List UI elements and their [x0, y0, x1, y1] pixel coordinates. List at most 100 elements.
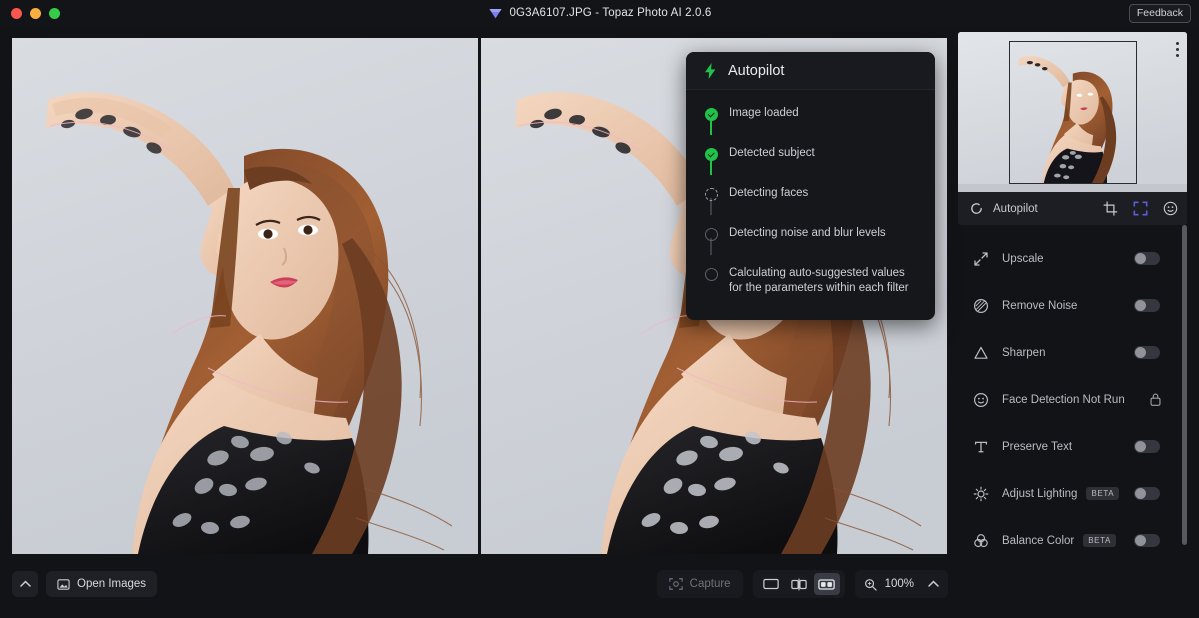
capture-icon [668, 578, 683, 590]
step-marker [704, 224, 718, 255]
step-marker [704, 184, 718, 215]
step-label: Detecting noise and blur levels [729, 227, 886, 239]
step-marker [704, 104, 718, 135]
step-label: Detecting faces [729, 187, 809, 199]
right-sidebar: Autopilot Upscale Remove Noise Sharpen F… [958, 32, 1187, 610]
topaz-photo-ai-window: 0G3A6107.JPG - Topaz Photo AI 2.0.6 Feed… [0, 0, 1199, 618]
filter-row-sharpen[interactable]: Sharpen [958, 329, 1187, 376]
color-balance-icon [971, 533, 991, 549]
filter-label: Sharpen [1002, 346, 1046, 359]
autopilot-step: Detected subject [686, 144, 935, 184]
filter-list-scrollbar[interactable] [1182, 225, 1187, 557]
zoom-level-label[interactable]: 100% [885, 578, 914, 590]
filter-label: Balance Color [1002, 534, 1075, 547]
upscale-arrows-icon [971, 251, 991, 267]
capture-button[interactable]: Capture [656, 570, 743, 598]
filter-row-remove-noise[interactable]: Remove Noise [958, 282, 1187, 329]
lock-icon [1149, 392, 1162, 407]
face-smiley-icon[interactable] [1163, 201, 1178, 216]
step-label: Image loaded [729, 107, 799, 119]
filter-toggle-remove-noise[interactable] [1134, 299, 1160, 312]
step-status-pending-icon [704, 228, 718, 241]
window-title: 0G3A6107.JPG - Topaz Photo AI 2.0.6 [509, 7, 712, 19]
autopilot-toolbar-label: Autopilot [993, 202, 1038, 215]
image-navigator[interactable] [958, 32, 1187, 192]
step-label: Calculating auto-suggested values for th… [729, 267, 909, 294]
close-button[interactable] [11, 7, 22, 19]
filter-label: Adjust Lighting [1002, 487, 1078, 500]
step-marker [704, 264, 718, 281]
autopilot-panel-header: Autopilot [686, 52, 935, 90]
topaz-gem-icon [488, 8, 502, 18]
autopilot-step: Calculating auto-suggested values for th… [686, 264, 935, 304]
single-view-button[interactable] [758, 573, 784, 595]
filter-row-balance-color[interactable]: Balance Color BETA [958, 517, 1187, 564]
filter-toggle-sharpen[interactable] [1134, 346, 1160, 359]
filter-label: Face Detection Not Run [1002, 393, 1125, 406]
beta-badge: BETA [1086, 487, 1120, 500]
minimize-button[interactable] [30, 7, 41, 19]
filter-toggle-upscale[interactable] [1134, 252, 1160, 265]
autopilot-step: Detecting faces [686, 184, 935, 224]
filter-label: Upscale [1002, 252, 1044, 265]
filter-toggle-adjust-lighting[interactable] [1134, 487, 1160, 500]
title-bar: 0G3A6107.JPG - Topaz Photo AI 2.0.6 Feed… [0, 0, 1199, 26]
crop-icon[interactable] [1103, 201, 1118, 216]
face-smiley-icon [971, 392, 991, 408]
text-t-icon [971, 439, 991, 455]
window-traffic-lights [0, 7, 60, 19]
navigator-viewport-rect[interactable] [1009, 41, 1137, 184]
step-marker [704, 144, 718, 175]
autopilot-progress-panel: Autopilot Image loaded Detected subject [686, 52, 935, 320]
filmstrip-collapse-button[interactable] [12, 571, 38, 597]
single-pane-icon [762, 578, 779, 590]
step-label: Detected subject [729, 147, 815, 159]
chevron-up-icon [19, 580, 31, 587]
step-status-active-icon [704, 188, 718, 201]
zoom-control-group: 100% [854, 570, 948, 598]
lightning-bolt-icon [705, 62, 716, 79]
feedback-button[interactable]: Feedback [1128, 4, 1191, 23]
split-pane-icon [790, 578, 807, 590]
side-by-side-view-button[interactable] [813, 573, 840, 595]
autopilot-toolbar: Autopilot [958, 192, 1187, 225]
scrollbar-thumb[interactable] [1182, 225, 1187, 545]
bottom-left-controls: Open Images [12, 571, 158, 597]
split-view-button[interactable] [786, 573, 812, 595]
filter-row-adjust-lighting[interactable]: Adjust Lighting BETA [958, 470, 1187, 517]
view-mode-group [752, 570, 845, 598]
filter-list: Upscale Remove Noise Sharpen Face Detect… [958, 225, 1187, 573]
image-icon [57, 578, 70, 590]
autopilot-step-list: Image loaded Detected subject Detecting … [686, 90, 935, 320]
bottom-right-controls: Capture 100% [656, 570, 948, 598]
noise-circle-icon [971, 298, 991, 314]
refresh-spinner-icon[interactable] [969, 201, 984, 216]
autopilot-panel-title: Autopilot [728, 62, 785, 79]
step-status-pending-icon [704, 268, 718, 281]
magnifier-icon[interactable] [864, 578, 877, 591]
filter-label: Preserve Text [1002, 440, 1073, 453]
filter-label: Remove Noise [1002, 299, 1078, 312]
window-title-group: 0G3A6107.JPG - Topaz Photo AI 2.0.6 [0, 0, 1199, 26]
more-vertical-icon[interactable] [1176, 42, 1179, 57]
sharpen-triangle-icon [971, 345, 991, 361]
capture-label: Capture [689, 578, 731, 590]
filter-toggle-balance-color[interactable] [1134, 534, 1160, 547]
expand-brackets-icon[interactable] [1133, 201, 1148, 216]
autopilot-step: Detecting noise and blur levels [686, 224, 935, 264]
side-by-side-icon [818, 578, 835, 590]
filter-row-preserve-text[interactable]: Preserve Text [958, 423, 1187, 470]
step-status-done-icon [704, 108, 718, 121]
filter-toggle-preserve-text[interactable] [1134, 440, 1160, 453]
filter-row-face-detection[interactable]: Face Detection Not Run [958, 376, 1187, 423]
filter-row-upscale[interactable]: Upscale [958, 235, 1187, 282]
autopilot-toolbar-actions [1103, 201, 1178, 216]
open-images-label: Open Images [77, 578, 147, 590]
beta-badge: BETA [1083, 534, 1116, 547]
chevron-up-icon[interactable] [928, 580, 939, 588]
original-image-pane[interactable] [12, 38, 478, 554]
open-images-button[interactable]: Open Images [46, 571, 158, 597]
maximize-button[interactable] [49, 7, 60, 19]
bottom-toolbar: Open Images Capture 100% [12, 562, 948, 606]
sun-icon [971, 486, 991, 502]
